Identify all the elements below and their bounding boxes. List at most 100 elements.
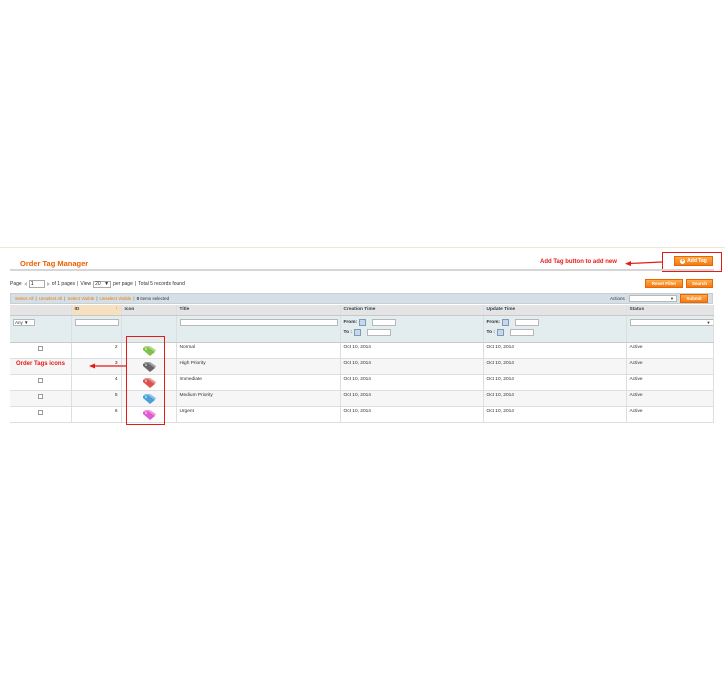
per-page-select[interactable]: 20 ▼ [93,280,112,288]
row-updated: Oct 10, 2014 [483,342,627,359]
row-status: Active [626,358,714,375]
row-id: 6 [71,406,122,423]
any-select[interactable]: Any ▼ [13,318,35,326]
annotation-arrow-icon [89,363,127,369]
row-updated: Oct 10, 2014 [483,358,627,375]
row-id: 4 [71,374,122,391]
creation-filter: From: To : [340,315,484,343]
actions-select[interactable]: ▼ [629,295,677,302]
row-updated: Oct 10, 2014 [483,390,627,407]
row-checkbox[interactable] [37,377,43,383]
per-page-label: per page [113,281,133,287]
title-filter-input[interactable] [179,318,338,326]
page-title: Order Tag Manager [20,259,89,268]
id-filter-input[interactable] [74,318,119,326]
row-created: Oct 10, 2014 [340,342,484,359]
row-checkbox[interactable] [37,393,43,399]
add-tag-label: Add Tag [687,258,707,264]
select-visible-link[interactable]: Select Visible [67,296,94,301]
selected-count: 0 items selected [136,296,170,301]
row-title: Normal [176,342,341,359]
page-label: Page [10,281,22,287]
massaction-bar: Select All | Unselect All | Select Visib… [10,293,713,304]
pager: Page of 1 pages | View 20 ▼ per page | T… [10,280,185,288]
calendar-icon[interactable] [359,319,367,326]
calendar-icon[interactable] [353,329,361,336]
reset-filter-button[interactable]: Reset Filter [645,279,683,288]
row-status: Active [626,342,714,359]
table-row[interactable]: 6 Urgent Oct 10, 2014 Oct 10, 2014 Activ… [10,406,714,423]
table-row[interactable]: 5 Medium Priority Oct 10, 2014 Oct 10, 2… [10,390,714,407]
pager-separator: | [134,281,137,287]
submit-button[interactable]: Submit [680,294,708,303]
top-divider [0,247,725,248]
row-created: Oct 10, 2014 [340,358,484,375]
row-updated: Oct 10, 2014 [483,374,627,391]
col-creation-header[interactable]: Creation Time [340,305,484,316]
per-page-value: 20 [95,281,101,287]
view-label: View [80,281,92,287]
title-filter [176,315,341,343]
row-title: Urgent [176,406,341,423]
to-label: To : [486,330,495,335]
chevron-down-icon: ▼ [24,319,29,325]
table-row[interactable]: 2 Normal Oct 10, 2014 Oct 10, 2014 Activ… [10,342,714,359]
unselect-visible-link[interactable]: Unselect Visible [99,296,131,301]
col-update-header[interactable]: Update Time [483,305,627,316]
add-tag-annotation: Add Tag button to add new [540,259,617,265]
total-records: Total 5 records found [138,281,185,287]
row-status: Active [626,390,714,407]
col-checkbox-header [10,305,72,316]
row-updated: Oct 10, 2014 [483,406,627,423]
update-from-input[interactable] [515,319,540,326]
actions-label: Actions [610,296,625,301]
annotation-arrow-icon [625,261,663,266]
select-all-link[interactable]: Select All [15,296,34,301]
plus-icon: + [680,257,686,264]
table-row[interactable]: 4 Immediate Oct 10, 2014 Oct 10, 2014 Ac… [10,374,714,391]
to-label: To : [343,330,352,335]
massaction-links: Select All | Unselect All | Select Visib… [15,296,170,301]
sort-arrow-icon: ↑ [115,307,118,313]
row-created: Oct 10, 2014 [340,406,484,423]
calendar-icon[interactable] [496,329,504,336]
status-filter: ▼ [626,315,714,343]
calendar-icon[interactable] [502,319,510,326]
of-pages-text: of 1 pages [51,281,76,287]
pager-separator: | [77,281,79,287]
col-title-header[interactable]: Title [176,305,341,316]
chevron-down-icon: ▼ [104,281,110,287]
id-filter [71,315,122,343]
checkbox-filter: Any ▼ [10,315,72,343]
creation-from-input[interactable] [372,319,397,326]
next-page-icon[interactable] [46,282,50,286]
col-id-header[interactable]: ID ↑ [71,305,122,316]
unselect-all-link[interactable]: Unselect All [39,296,63,301]
prev-page-icon[interactable] [23,282,27,286]
row-id: 5 [71,390,122,407]
row-created: Oct 10, 2014 [340,374,484,391]
creation-to-input[interactable] [366,329,391,336]
icons-highlight [126,336,165,425]
from-label: From: [343,320,358,325]
search-button[interactable]: Search [686,279,713,288]
row-id: 2 [71,342,122,359]
row-title: High Priority [176,358,341,375]
row-title: Immediate [176,374,341,391]
add-tag-button[interactable]: + Add Tag [674,256,713,266]
row-checkbox[interactable] [37,345,43,351]
row-status: Active [626,374,714,391]
chevron-down-icon: ▼ [670,296,674,301]
row-title: Medium Priority [176,390,341,407]
title-divider [10,269,714,271]
page-number-input[interactable] [28,280,45,288]
status-filter-select[interactable]: ▼ [629,318,712,326]
row-status: Active [626,406,714,423]
update-filter: From: To : [483,315,627,343]
col-icon-header[interactable]: Icon [121,305,177,316]
update-to-input[interactable] [509,329,534,336]
row-checkbox[interactable] [37,409,43,415]
row-created: Oct 10, 2014 [340,390,484,407]
chevron-down-icon: ▼ [706,319,711,325]
col-status-header[interactable]: Status [626,305,714,316]
